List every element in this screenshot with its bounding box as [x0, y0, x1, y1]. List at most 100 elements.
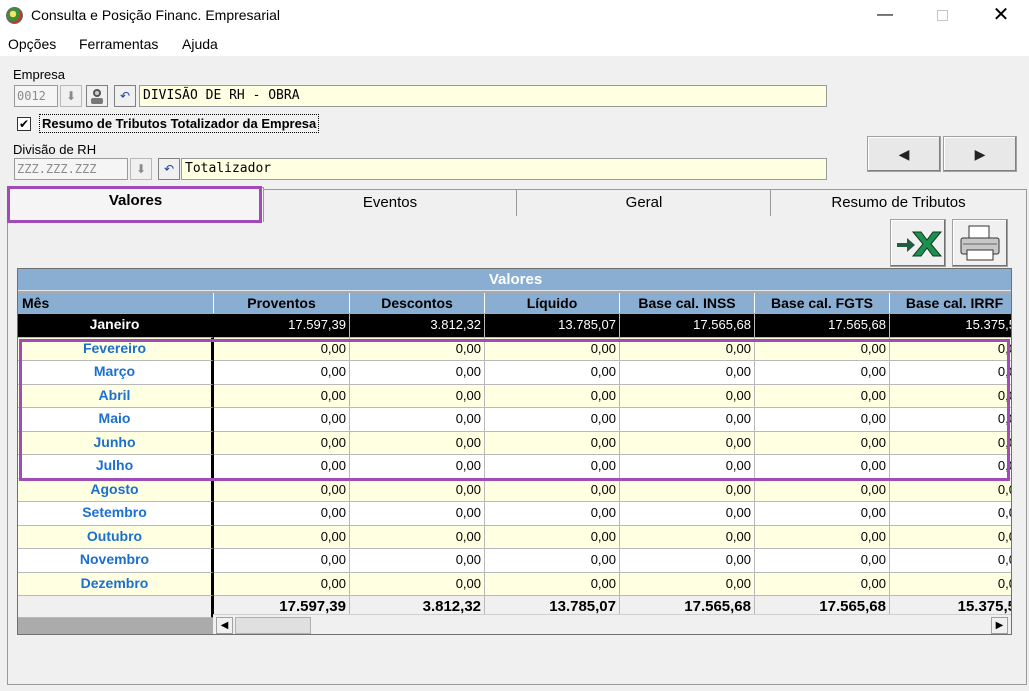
value-cell[interactable]: 0,00 — [214, 549, 350, 573]
column-header[interactable]: Base cal. IRRF — [890, 293, 1011, 313]
empresa-search-button[interactable] — [86, 85, 108, 107]
value-cell[interactable]: 0,00 — [350, 502, 485, 526]
month-cell[interactable]: Junho — [18, 431, 214, 455]
table-row[interactable]: Março0,000,000,000,000,000,0 — [18, 361, 1011, 385]
value-cell[interactable]: 0,00 — [755, 455, 890, 479]
value-cell[interactable]: 0,00 — [755, 337, 890, 361]
value-cell[interactable]: 0,00 — [214, 455, 350, 479]
divisao-code-field[interactable]: ZZZ.ZZZ.ZZZ — [14, 158, 128, 180]
value-cell[interactable]: 0,00 — [350, 431, 485, 455]
divisao-undo-button[interactable]: ↶ — [158, 158, 180, 180]
value-cell[interactable]: 0,00 — [350, 455, 485, 479]
value-cell[interactable]: 0,0 — [890, 384, 1011, 408]
value-cell[interactable]: 0,00 — [620, 408, 755, 432]
table-row[interactable]: Agosto0,000,000,000,000,000,0 — [18, 478, 1011, 502]
tab-resumo-tributos[interactable]: Resumo de Tributos — [770, 189, 1027, 216]
month-cell[interactable]: Janeiro — [18, 314, 214, 338]
table-row[interactable]: Junho0,000,000,000,000,000,0 — [18, 431, 1011, 455]
month-cell[interactable]: Dezembro — [18, 572, 214, 596]
value-cell[interactable]: 0,00 — [214, 431, 350, 455]
value-cell[interactable]: 17.597,39 — [214, 314, 350, 338]
value-cell[interactable]: 0,00 — [350, 361, 485, 385]
value-cell[interactable]: 0,00 — [485, 384, 620, 408]
month-cell[interactable]: Fevereiro — [18, 337, 214, 361]
month-cell[interactable]: Novembro — [18, 549, 214, 573]
previous-button[interactable]: ◀ — [867, 136, 941, 172]
column-header[interactable]: Descontos — [350, 293, 485, 313]
divisao-name-field[interactable]: Totalizador — [181, 158, 827, 180]
value-cell[interactable]: 0,00 — [620, 502, 755, 526]
value-cell[interactable]: 3.812,32 — [350, 314, 485, 338]
print-button[interactable] — [952, 219, 1008, 267]
column-header[interactable]: Mês — [18, 293, 214, 313]
value-cell[interactable]: 0,0 — [890, 549, 1011, 573]
tab-valores[interactable]: Valores — [7, 187, 264, 222]
table-row[interactable]: Novembro0,000,000,000,000,000,0 — [18, 549, 1011, 573]
column-header[interactable]: Proventos — [214, 293, 350, 313]
scroll-thumb[interactable] — [235, 617, 311, 634]
value-cell[interactable]: 0,0 — [890, 572, 1011, 596]
table-row[interactable]: Abril0,000,000,000,000,000,0 — [18, 384, 1011, 408]
month-cell[interactable]: Outubro — [18, 525, 214, 549]
value-cell[interactable]: 0,00 — [350, 572, 485, 596]
value-cell[interactable]: 0,0 — [890, 361, 1011, 385]
value-cell[interactable]: 0,0 — [890, 525, 1011, 549]
column-header[interactable]: Base cal. INSS — [620, 293, 755, 313]
tab-geral[interactable]: Geral — [516, 189, 772, 216]
empresa-lookup-button[interactable]: ⬇ — [60, 85, 82, 107]
value-cell[interactable]: 0,00 — [214, 478, 350, 502]
table-row[interactable]: Janeiro 17.597,39 3.812,32 13.785,07 17.565,… — [18, 314, 1011, 338]
value-cell[interactable]: 0,00 — [620, 455, 755, 479]
scroll-right-button[interactable]: ▶ — [991, 617, 1008, 634]
month-cell[interactable]: Abril — [18, 384, 214, 408]
value-cell[interactable]: 0,0 — [890, 431, 1011, 455]
divisao-lookup-button[interactable]: ⬇ — [130, 158, 152, 180]
value-cell[interactable]: 0,0 — [890, 478, 1011, 502]
value-cell[interactable]: 0,00 — [620, 337, 755, 361]
value-cell[interactable]: 0,00 — [620, 478, 755, 502]
value-cell[interactable]: 0,00 — [485, 337, 620, 361]
value-cell[interactable]: 0,00 — [755, 431, 890, 455]
value-cell[interactable]: 0,00 — [350, 337, 485, 361]
close-button[interactable]: ✕ — [978, 0, 1024, 32]
value-cell[interactable]: 0,0 — [890, 502, 1011, 526]
minimize-button[interactable]: — — [862, 0, 908, 32]
table-row[interactable]: Setembro0,000,000,000,000,000,0 — [18, 502, 1011, 526]
value-cell[interactable]: 0,00 — [214, 525, 350, 549]
value-cell[interactable]: 0,00 — [755, 361, 890, 385]
value-cell[interactable]: 0,00 — [214, 337, 350, 361]
column-header[interactable]: Líquido — [485, 293, 620, 313]
empresa-name-field[interactable]: DIVISÃO DE RH - OBRA — [139, 85, 827, 107]
value-cell[interactable]: 0,00 — [214, 384, 350, 408]
value-cell[interactable]: 0,00 — [755, 549, 890, 573]
value-cell[interactable]: 0,00 — [485, 502, 620, 526]
value-cell[interactable]: 0,0 — [890, 337, 1011, 361]
value-cell[interactable]: 0,00 — [620, 549, 755, 573]
resumo-checkbox-label[interactable]: Resumo de Tributos Totalizador da Empres… — [39, 114, 320, 133]
menu-ferramentas[interactable]: Ferramentas — [79, 36, 158, 52]
menu-opcoes[interactable]: Opções — [8, 36, 56, 52]
menu-ajuda[interactable]: Ajuda — [182, 36, 218, 52]
value-cell[interactable]: 0,00 — [485, 455, 620, 479]
value-cell[interactable]: 0,00 — [350, 478, 485, 502]
value-cell[interactable]: 0,00 — [620, 361, 755, 385]
empresa-code-field[interactable]: 0012 — [14, 85, 58, 107]
value-cell[interactable]: 0,00 — [755, 525, 890, 549]
value-cell[interactable]: 0,00 — [485, 408, 620, 432]
empresa-undo-button[interactable]: ↶ — [114, 85, 136, 107]
month-cell[interactable]: Agosto — [18, 478, 214, 502]
next-button[interactable]: ▶ — [943, 136, 1017, 172]
value-cell[interactable]: 0,00 — [350, 384, 485, 408]
table-row[interactable]: Julho0,000,000,000,000,000,0 — [18, 455, 1011, 479]
table-row[interactable]: Maio0,000,000,000,000,000,0 — [18, 408, 1011, 432]
value-cell[interactable]: 13.785,07 — [485, 314, 620, 338]
value-cell[interactable]: 0,00 — [485, 549, 620, 573]
value-cell[interactable]: 0,00 — [620, 572, 755, 596]
value-cell[interactable]: 0,00 — [214, 408, 350, 432]
value-cell[interactable]: 0,00 — [755, 502, 890, 526]
resumo-checkbox[interactable]: ✔ — [17, 117, 31, 131]
value-cell[interactable]: 0,00 — [485, 525, 620, 549]
value-cell[interactable]: 0,00 — [755, 408, 890, 432]
table-row[interactable]: Outubro0,000,000,000,000,000,0 — [18, 525, 1011, 549]
value-cell[interactable]: 17.565,68 — [620, 314, 755, 338]
